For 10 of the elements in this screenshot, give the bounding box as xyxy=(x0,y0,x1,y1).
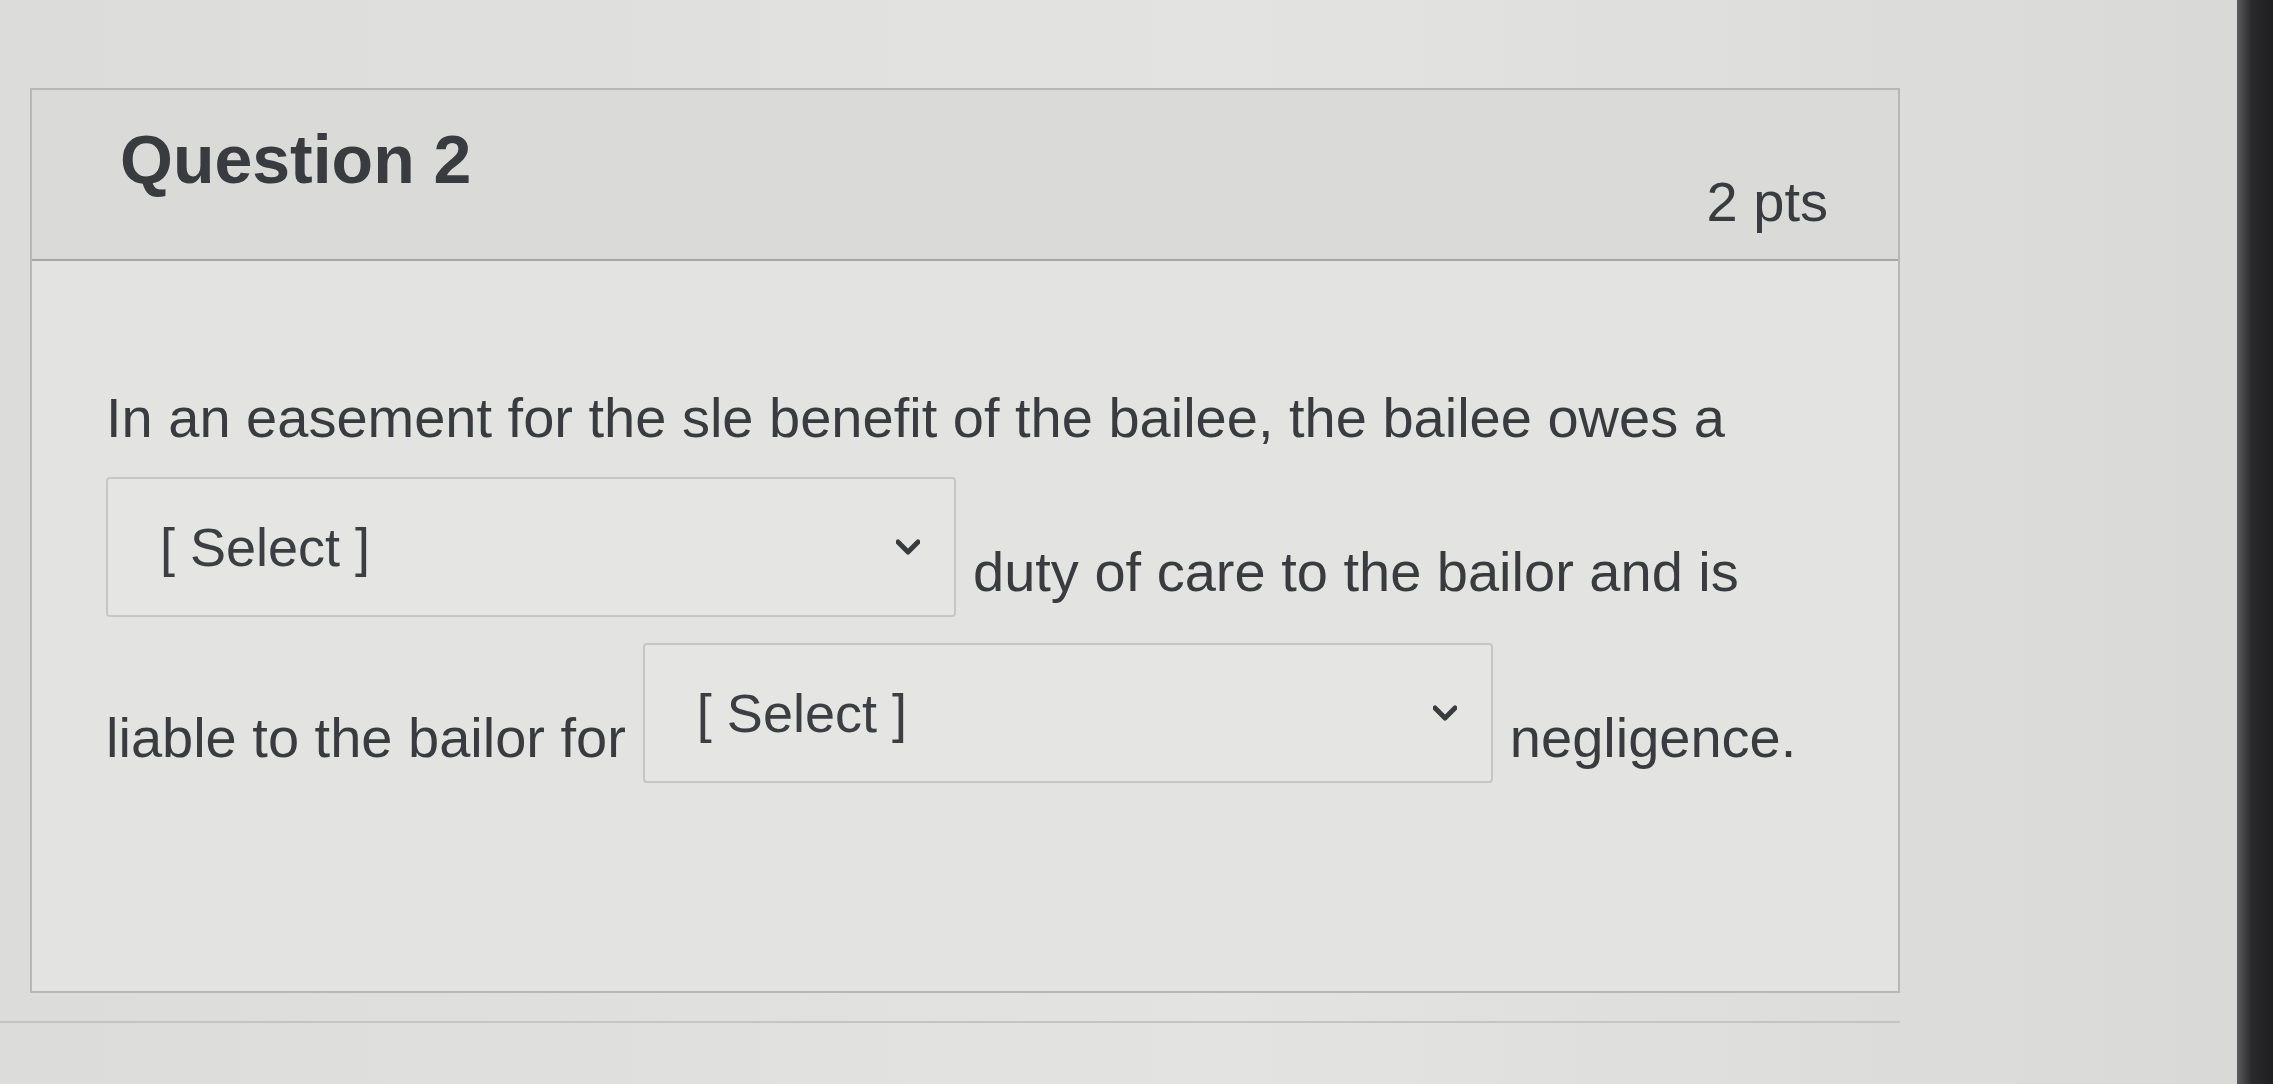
chevron-down-icon xyxy=(896,539,920,555)
question-text: negligence. xyxy=(1509,705,1797,771)
question-title: Question 2 xyxy=(120,120,472,198)
question-text: duty of care to the bailor and is xyxy=(973,539,1739,605)
question-text: In an easement for the sle benefit of the bailee, the bailee owes a xyxy=(106,385,1725,451)
points-label: 2 pts xyxy=(1706,170,1828,234)
chevron-down-icon xyxy=(1432,705,1457,721)
select-dropdown[interactable]: [ Select ] xyxy=(106,477,956,617)
select-dropdown[interactable]: [ Select ] xyxy=(642,643,1493,783)
question-text: liable to the bailor for xyxy=(106,705,626,771)
